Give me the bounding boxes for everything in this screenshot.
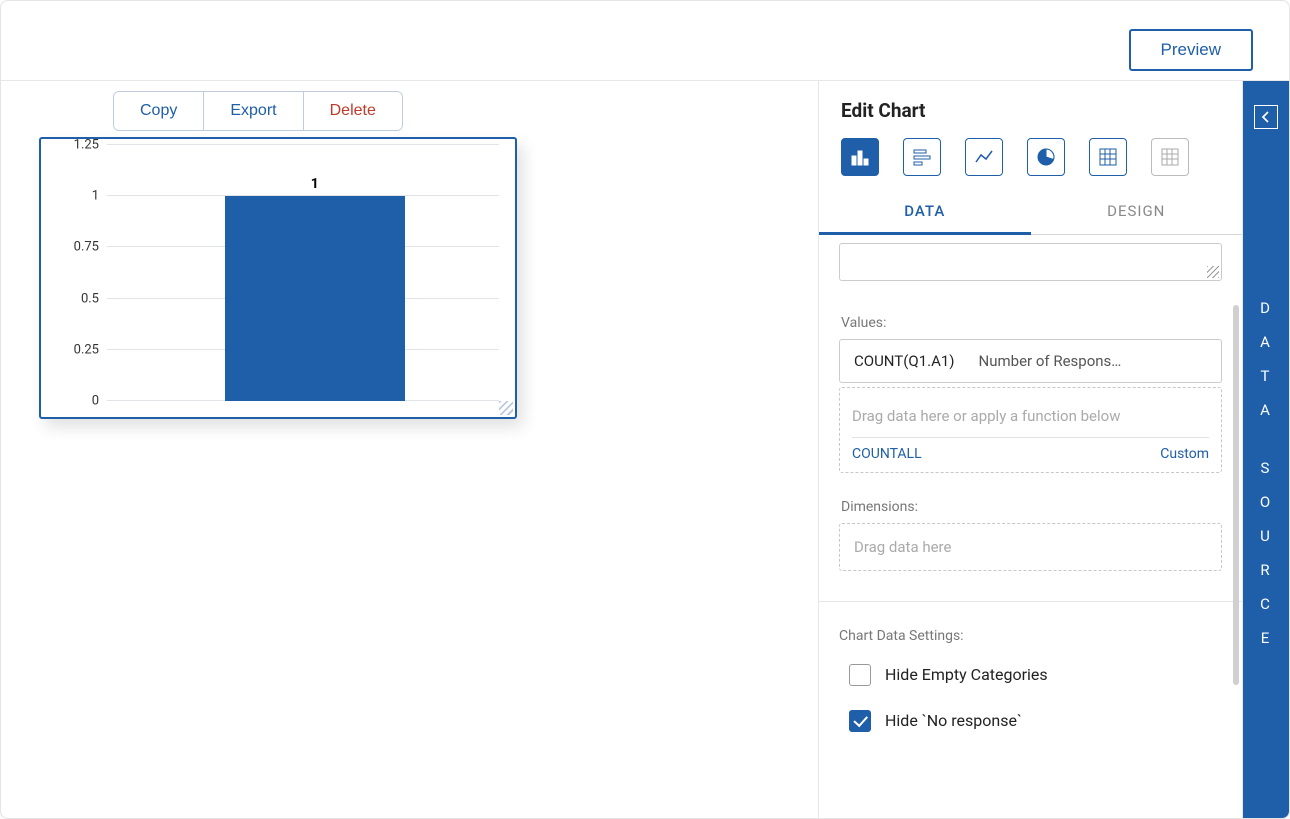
value-formula: COUNT(Q1.A1) [854,352,955,370]
panel-title: Edit Chart [841,99,1242,122]
bar-chart-icon [850,147,870,167]
copy-button[interactable]: Copy [114,92,203,130]
right-panel: Edit Chart [819,81,1289,818]
chart-actions-toolbar: Copy Export Delete [113,91,403,131]
dimensions-label: Dimensions: [841,499,1222,515]
y-tick-4: 1 [92,189,99,204]
values-drag-hint: Drag data here or apply a function below [852,402,1209,438]
y-tick-1: 0.25 [74,342,99,357]
hide-empty-checkbox[interactable] [849,664,871,686]
tab-design[interactable]: DESIGN [1031,202,1243,235]
divider [819,601,1242,602]
notes-textarea[interactable] [839,243,1222,281]
value-item[interactable]: COUNT(Q1.A1) Number of Respons… [839,339,1222,383]
chart-type-row [819,138,1242,176]
delete-button[interactable]: Delete [303,92,402,130]
custom-link[interactable]: Custom [1160,446,1209,462]
hide-empty-label: Hide Empty Categories [885,665,1048,684]
y-tick-2: 0.5 [81,291,99,306]
textarea-resize-icon[interactable] [1207,266,1219,278]
chart-plot-area: 0 0.25 0.5 0.75 1 1.25 1 [107,145,499,401]
chart-type-hbar-button[interactable] [903,138,941,176]
bar-label-0: 1 [225,176,405,192]
chevron-left-icon [1259,110,1273,124]
bar-group: 1 [225,145,405,401]
values-label: Values: [841,315,1222,331]
top-bar: Preview [1,1,1289,81]
value-description: Number of Respons… [979,352,1207,370]
chart-settings-label: Chart Data Settings: [839,628,1222,644]
hide-no-response-label: Hide `No response` [885,711,1022,730]
hide-no-response-checkbox[interactable] [849,710,871,732]
bar-0 [225,196,405,401]
tab-strip: DATA DESIGN [819,202,1242,235]
collapse-panel-button[interactable] [1254,105,1278,129]
chart-type-line-button[interactable] [965,138,1003,176]
rail-label: DATA SOURCE [1260,299,1272,647]
canvas-area: Copy Export Delete 0 0.25 0.5 0.75 1 1.2… [1,81,819,818]
chart-type-pie-button[interactable] [1027,138,1065,176]
grid-icon [1160,147,1180,167]
countall-link[interactable]: COUNTALL [852,446,922,462]
chart-widget[interactable]: 0 0.25 0.5 0.75 1 1.25 1 [39,137,517,419]
table-icon [1098,147,1118,167]
y-tick-0: 0 [92,394,99,409]
preview-button[interactable]: Preview [1129,29,1253,71]
y-tick-5: 1.25 [74,138,99,153]
line-chart-icon [974,147,994,167]
chart-type-table-button[interactable] [1089,138,1127,176]
export-button[interactable]: Export [203,92,302,130]
values-dropzone[interactable]: Drag data here or apply a function below… [839,387,1222,473]
data-source-rail[interactable]: DATA SOURCE [1243,81,1289,818]
dimensions-dropzone[interactable]: Drag data here [839,523,1222,571]
chart-type-bar-button[interactable] [841,138,879,176]
chart-type-grid-button[interactable] [1151,138,1189,176]
scrollbar[interactable] [1233,305,1239,685]
pie-chart-icon [1036,147,1056,167]
resize-handle-icon[interactable] [499,401,513,415]
hbar-chart-icon [912,147,932,167]
tab-data[interactable]: DATA [819,202,1031,235]
y-tick-3: 0.75 [74,240,99,255]
